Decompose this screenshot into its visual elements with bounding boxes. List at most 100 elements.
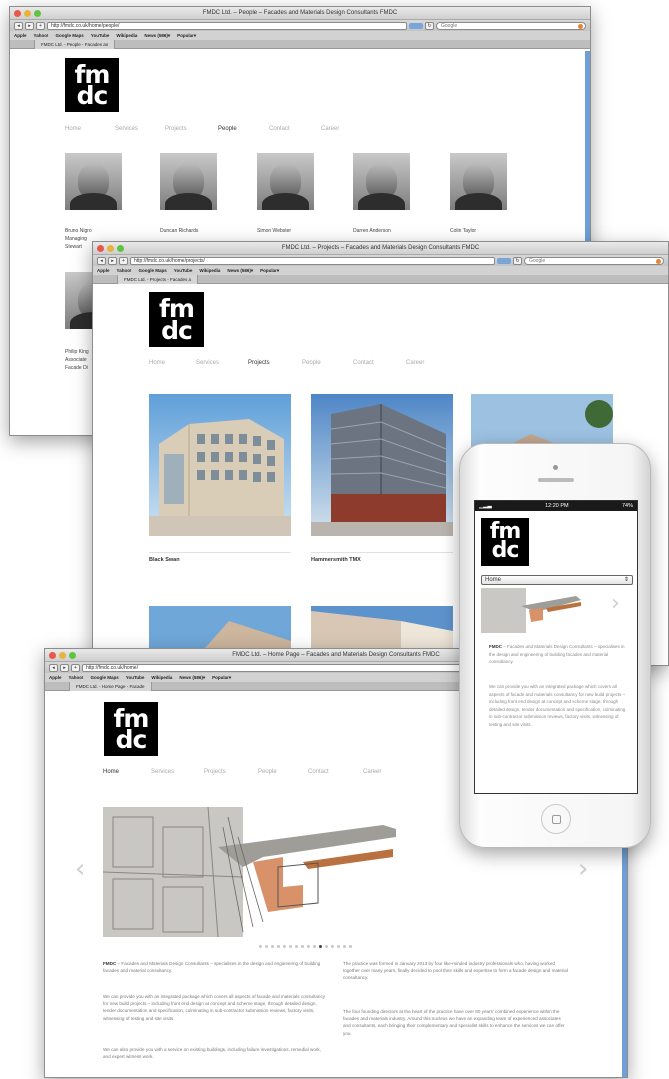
- nav-projects[interactable]: Projects: [204, 769, 258, 775]
- nav-career[interactable]: Career: [363, 769, 403, 775]
- bookmark-youtube[interactable]: YouTube: [126, 673, 145, 682]
- nav-people[interactable]: People: [302, 360, 353, 366]
- bookmark-wikipedia[interactable]: Wikipedia: [116, 31, 137, 40]
- rss-icon[interactable]: [409, 22, 423, 29]
- bookmark-news[interactable]: News (586)▾: [144, 31, 170, 40]
- nav-career[interactable]: Career: [321, 126, 361, 132]
- nav-people[interactable]: People: [218, 126, 269, 132]
- add-bookmark-button[interactable]: +: [36, 21, 45, 30]
- bookmark-news[interactable]: News (586)▾: [227, 266, 253, 275]
- forward-button[interactable]: ▸: [25, 21, 34, 30]
- bookmark-popular[interactable]: Popular▾: [177, 31, 196, 40]
- nav-home[interactable]: Home: [103, 769, 151, 775]
- bookmark-yahoo[interactable]: Yahoo!: [117, 266, 132, 275]
- bookmark-apple[interactable]: Apple: [14, 31, 27, 40]
- slider-dot[interactable]: [295, 945, 298, 948]
- tab-projects[interactable]: FMDC Ltd. - Projects - Facades a: [117, 275, 199, 284]
- zoom-window-button[interactable]: [34, 10, 41, 17]
- bookmark-news[interactable]: News (586)▾: [179, 673, 205, 682]
- slider-dot[interactable]: [283, 945, 286, 948]
- forward-button[interactable]: ▸: [60, 663, 69, 672]
- nav-home[interactable]: Home: [65, 126, 115, 132]
- bookmark-popular[interactable]: Popular▾: [212, 673, 231, 682]
- slider-dot[interactable]: [325, 945, 328, 948]
- slider-dot[interactable]: [277, 945, 280, 948]
- address-bar[interactable]: http://fmdc.co.uk/home/people/: [47, 21, 407, 30]
- bookmark-yahoo[interactable]: Yahoo!: [69, 673, 84, 682]
- project-image-hammersmith[interactable]: [311, 394, 453, 536]
- slider-dot[interactable]: [313, 945, 316, 948]
- search-field[interactable]: Google: [436, 21, 586, 30]
- nav-services[interactable]: Services: [115, 126, 165, 132]
- person-photo[interactable]: [450, 153, 507, 210]
- search-field[interactable]: Google: [524, 256, 664, 265]
- project-title[interactable]: Black Swan: [149, 552, 291, 563]
- close-window-button[interactable]: [97, 245, 104, 252]
- minimize-window-button[interactable]: [107, 245, 114, 252]
- person-name[interactable]: Duncan Richards: [160, 228, 198, 234]
- zoom-window-button[interactable]: [117, 245, 124, 252]
- add-bookmark-button[interactable]: +: [71, 663, 80, 672]
- slider-next-arrow[interactable]: ›: [578, 854, 588, 884]
- reload-icon[interactable]: ↻: [513, 256, 522, 265]
- slider-dot[interactable]: [349, 945, 352, 948]
- slider-dot[interactable]: [307, 945, 310, 948]
- fmdc-logo[interactable]: fm dc: [149, 292, 204, 347]
- bookmark-apple[interactable]: Apple: [97, 266, 110, 275]
- fmdc-logo[interactable]: fm dc: [65, 58, 119, 112]
- person-name[interactable]: Philip King: [65, 349, 89, 355]
- back-button[interactable]: ◂: [97, 256, 106, 265]
- person-name[interactable]: Bruno Nigro: [65, 228, 92, 234]
- bookmark-apple[interactable]: Apple: [49, 673, 62, 682]
- mobile-nav-select[interactable]: Home ⇕: [481, 575, 633, 585]
- bookmark-google-maps[interactable]: Google Maps: [91, 673, 119, 682]
- nav-contact[interactable]: Contact: [308, 769, 363, 775]
- bookmark-google-maps[interactable]: Google Maps: [139, 266, 167, 275]
- slider-dot[interactable]: [337, 945, 340, 948]
- slider-dot[interactable]: [343, 945, 346, 948]
- back-button[interactable]: ◂: [14, 21, 23, 30]
- rss-icon[interactable]: [497, 257, 511, 264]
- nav-people[interactable]: People: [258, 769, 308, 775]
- minimize-window-button[interactable]: [59, 652, 66, 659]
- fmdc-logo[interactable]: fm dc: [481, 518, 529, 566]
- nav-career[interactable]: Career: [406, 360, 446, 366]
- stop-icon[interactable]: [656, 258, 661, 264]
- address-bar[interactable]: http://fmdc.co.uk/home/projects/: [130, 256, 495, 265]
- person-photo[interactable]: [65, 153, 122, 210]
- person-name[interactable]: Colin Taylor: [450, 228, 476, 234]
- bookmark-google-maps[interactable]: Google Maps: [56, 31, 84, 40]
- bookmark-wikipedia[interactable]: Wikipedia: [151, 673, 172, 682]
- bookmark-popular[interactable]: Popular▾: [260, 266, 279, 275]
- nav-services[interactable]: Services: [151, 769, 204, 775]
- person-photo[interactable]: [160, 153, 217, 210]
- home-button[interactable]: [541, 804, 571, 834]
- nav-projects[interactable]: Projects: [248, 360, 302, 366]
- reload-icon[interactable]: ↻: [425, 21, 434, 30]
- forward-button[interactable]: ▸: [108, 256, 117, 265]
- bookmark-youtube[interactable]: YouTube: [91, 31, 110, 40]
- person-photo[interactable]: [257, 153, 314, 210]
- slider-dot[interactable]: [319, 945, 322, 948]
- nav-services[interactable]: Services: [196, 360, 248, 366]
- slider-dot[interactable]: [289, 945, 292, 948]
- slider-dot[interactable]: [331, 945, 334, 948]
- add-bookmark-button[interactable]: +: [119, 256, 128, 265]
- nav-home[interactable]: Home: [149, 360, 196, 366]
- bookmark-yahoo[interactable]: Yahoo!: [34, 31, 49, 40]
- close-window-button[interactable]: [49, 652, 56, 659]
- bookmark-youtube[interactable]: YouTube: [174, 266, 193, 275]
- tab-home[interactable]: FMDC Ltd. - Home Page - Facade: [69, 682, 152, 691]
- nav-projects[interactable]: Projects: [165, 126, 218, 132]
- mobile-slider-next-arrow[interactable]: ›: [611, 591, 620, 616]
- slider-dot[interactable]: [301, 945, 304, 948]
- tab-people[interactable]: FMDC Ltd. - People - Facades an: [34, 40, 116, 49]
- slider-dot[interactable]: [259, 945, 262, 948]
- zoom-window-button[interactable]: [69, 652, 76, 659]
- person-name[interactable]: Darren Anderson: [353, 228, 391, 234]
- fmdc-logo[interactable]: fm dc: [104, 702, 158, 756]
- slider-prev-arrow[interactable]: ‹: [75, 854, 85, 884]
- slider-dot[interactable]: [265, 945, 268, 948]
- project-image-black-swan[interactable]: [149, 394, 291, 536]
- nav-contact[interactable]: Contact: [269, 126, 321, 132]
